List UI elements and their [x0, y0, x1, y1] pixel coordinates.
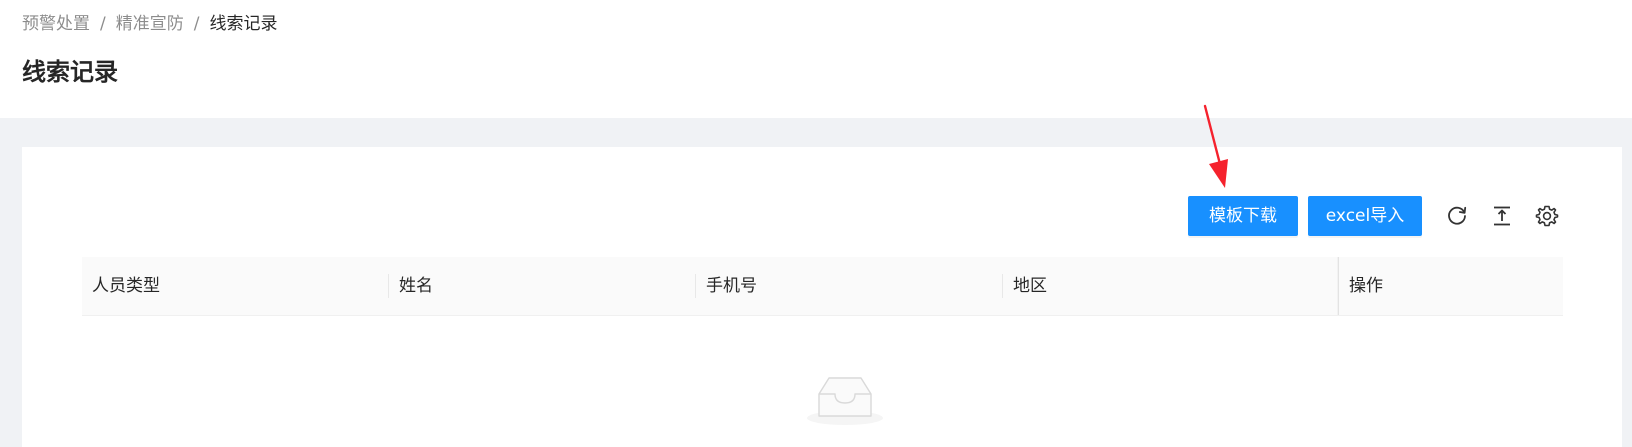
- column-header-person-type[interactable]: 人员类型: [82, 257, 389, 315]
- column-header-name[interactable]: 姓名: [389, 257, 696, 315]
- column-header-region[interactable]: 地区: [1003, 257, 1338, 315]
- breadcrumb-item-current: 线索记录: [209, 14, 278, 34]
- excel-import-button[interactable]: excel导入: [1308, 196, 1422, 236]
- template-download-button[interactable]: 模板下载: [1188, 196, 1298, 236]
- table-header: 人员类型 姓名 手机号 地区 操作: [82, 257, 1563, 316]
- page-header: 预警处置 / 精准宣防 / 线索记录 线索记录: [0, 0, 1632, 118]
- breadcrumb-item-precise-prevention[interactable]: 精准宣防: [116, 14, 184, 34]
- empty-inbox-icon: [807, 377, 883, 425]
- page-title: 线索记录: [22, 58, 118, 86]
- breadcrumb-item-early-warning[interactable]: 预警处置: [22, 14, 90, 34]
- table-card: 模板下载 excel导入 人员类型 姓名 手机号 地区 操作: [22, 147, 1622, 447]
- column-header-actions[interactable]: 操作: [1339, 257, 1563, 315]
- setting-icon[interactable]: [1535, 204, 1559, 228]
- table-toolbar: 模板下载 excel导入: [22, 196, 1622, 236]
- breadcrumb-separator: /: [100, 14, 106, 34]
- breadcrumb-separator: /: [193, 14, 200, 34]
- column-height-icon[interactable]: [1490, 204, 1514, 228]
- breadcrumb: 预警处置 / 精准宣防 / 线索记录: [22, 12, 277, 36]
- reload-icon[interactable]: [1445, 204, 1469, 228]
- column-header-phone[interactable]: 手机号: [696, 257, 1003, 315]
